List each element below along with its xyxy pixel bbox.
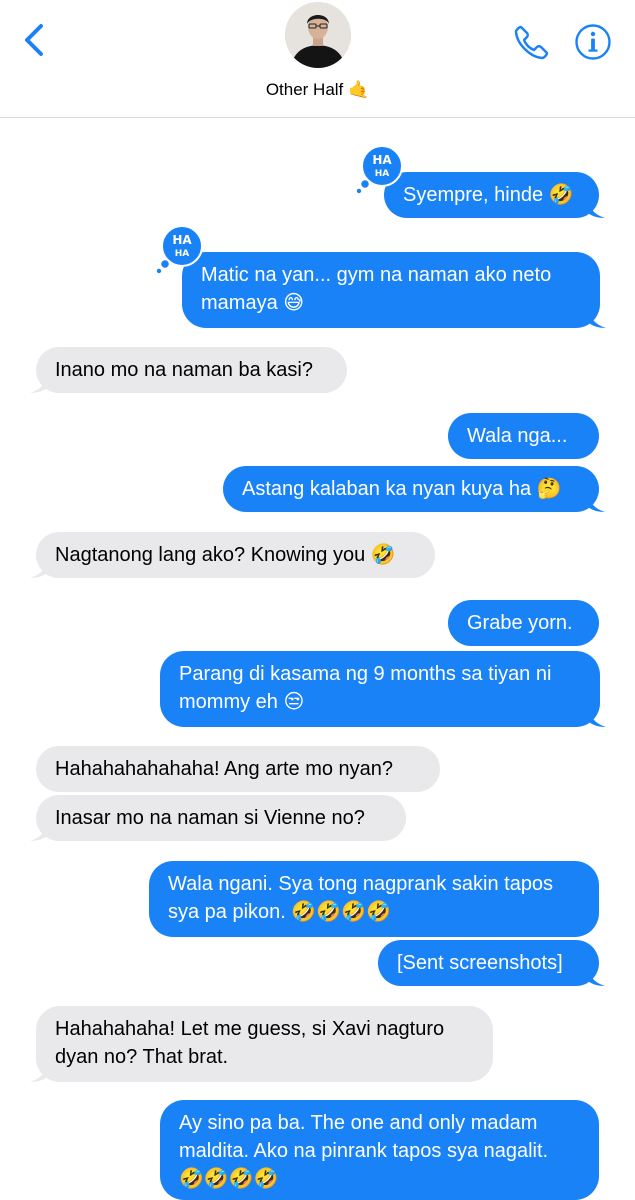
message-text-line: dyan no? That brat. xyxy=(55,1046,229,1068)
phone-icon[interactable] xyxy=(512,22,552,62)
sent-message-bubble[interactable]: Ay sino pa ba. The one and only madam mal… xyxy=(160,1100,599,1200)
message-text-line: Inano mo na naman ba kasi? xyxy=(55,359,313,381)
message-text-line: Parang di kasama ng 9 months sa tiyan ni xyxy=(179,663,552,685)
received-message-bubble[interactable]: Hahahahaha! Let me guess, si Xavi nagtur… xyxy=(36,1006,493,1082)
message-text-line: Inasar mo na naman si Vienne no? xyxy=(55,807,365,829)
reaction-text-line2: HA xyxy=(175,249,190,259)
reaction-text-line2: HA xyxy=(375,169,390,179)
received-message-bubble[interactable]: Inasar mo na naman si Vienne no? xyxy=(36,795,406,841)
message-text-line: Syempre, hinde 🤣 xyxy=(403,184,574,206)
message-text-line: Hahahahaha! Let me guess, si Xavi nagtur… xyxy=(55,1018,445,1040)
received-message-bubble[interactable]: Nagtanong lang ako? Knowing you 🤣 xyxy=(36,532,435,578)
message-text-line: Matic na yan... gym na naman ako neto xyxy=(201,264,552,286)
reaction-text-line1: HA xyxy=(172,233,192,247)
message-text-line: Nagtanong lang ako? Knowing you 🤣 xyxy=(55,544,396,566)
message-text-line: Ay sino pa ba. The one and only madam xyxy=(179,1112,538,1134)
haha-reaction-icon[interactable]: HA HA xyxy=(355,144,405,194)
sent-message-bubble[interactable]: Wala nga... xyxy=(448,413,599,459)
sent-message-bubble[interactable]: Astang kalaban ka nyan kuya ha 🤔 xyxy=(223,466,599,512)
back-chevron-icon[interactable] xyxy=(20,22,50,58)
sent-message-bubble[interactable]: [Sent screenshots] xyxy=(378,940,599,986)
message-text-line: maldita. Ako na pinrank tapos sya nagali… xyxy=(179,1140,549,1162)
contact-name[interactable]: Other Half 🤙 xyxy=(0,80,635,100)
message-text-line: 🤣🤣🤣🤣 xyxy=(179,1168,279,1190)
received-message-bubble[interactable]: Inano mo na naman ba kasi? xyxy=(36,347,347,393)
message-text-line: mommy eh 😒 xyxy=(179,691,305,713)
conversation-header: Other Half 🤙 xyxy=(0,0,635,118)
sent-message-bubble[interactable]: Syempre, hinde 🤣 xyxy=(384,172,599,218)
reaction-text-line1: HA xyxy=(372,153,392,167)
sent-message-bubble[interactable]: Matic na yan... gym na naman ako neto mam… xyxy=(182,252,600,328)
sent-message-bubble[interactable]: Wala ngani. Sya tong nagprank sakin tapo… xyxy=(149,861,599,937)
message-text-line: mamaya 😅 xyxy=(201,292,305,314)
received-message-bubble[interactable]: Hahahahahahaha! Ang arte mo nyan? xyxy=(36,746,440,792)
info-icon[interactable] xyxy=(574,23,612,61)
sent-message-bubble[interactable]: Grabe yorn. xyxy=(448,600,599,646)
message-text-line: [Sent screenshots] xyxy=(397,952,563,974)
message-text-line: Wala ngani. Sya tong nagprank sakin tapo… xyxy=(168,873,554,895)
message-text-line: Astang kalaban ka nyan kuya ha 🤔 xyxy=(242,478,562,500)
sent-message-bubble[interactable]: Parang di kasama ng 9 months sa tiyan ni… xyxy=(160,651,600,727)
contact-avatar[interactable] xyxy=(285,2,351,68)
haha-reaction-icon[interactable]: HA HA xyxy=(155,224,205,274)
message-text-line: Hahahahahahaha! Ang arte mo nyan? xyxy=(55,758,394,780)
message-text-line: Grabe yorn. xyxy=(467,612,573,634)
message-text-line: Wala nga... xyxy=(467,425,568,447)
message-text-line: sya pa pikon. 🤣🤣🤣🤣 xyxy=(168,901,392,923)
